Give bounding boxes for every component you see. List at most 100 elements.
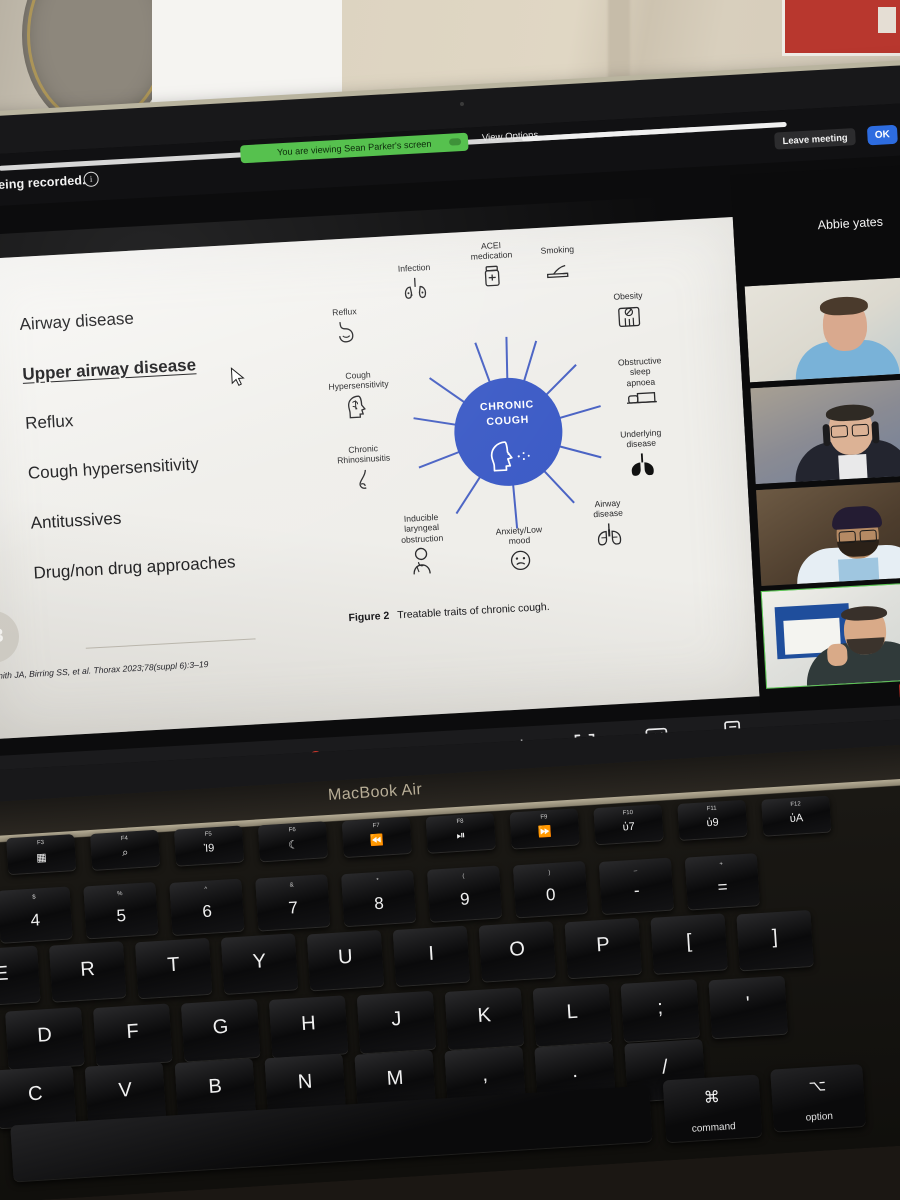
key-num-7[interactable]: & 7 <box>255 873 331 931</box>
key-f3[interactable]: F3 ▦ <box>6 834 77 875</box>
key-sub-label: & <box>289 882 294 889</box>
view-options-button[interactable]: View Options ⌄ <box>482 129 550 144</box>
keyboard-deck: F2☀F3▦F4⌕F5Ἱ9F6☾F7⏪F8⏯F9⏩F10ὐ7F11ὐ9F12ὐA… <box>0 773 900 1200</box>
key-e[interactable]: E <box>0 945 41 1007</box>
participant-gallery: Abbie yates <box>730 162 900 725</box>
key-num-9[interactable]: (9 <box>427 865 503 923</box>
key-bot-c[interactable]: C <box>0 1065 77 1129</box>
key-home-f[interactable]: F <box>92 1002 173 1066</box>
key-f5[interactable]: F5 Ἱ9 <box>173 825 245 866</box>
toolbar-whiteboards[interactable]: Whiteboards <box>611 725 703 763</box>
coughing-head-icon <box>490 441 530 472</box>
key-f10[interactable]: F10 ὐ7 <box>593 804 664 845</box>
toolbar-notes[interactable]: Notes <box>695 719 771 756</box>
key-num--[interactable]: _ - <box>598 857 674 914</box>
key-home-k[interactable]: K <box>444 987 525 1050</box>
key-f9[interactable]: F9 ⏩ <box>509 808 580 849</box>
key-label: D <box>36 1023 53 1047</box>
key-label: B <box>207 1074 223 1098</box>
key-sub-label: _ <box>633 865 638 872</box>
key-y[interactable]: Y <box>220 933 299 995</box>
key-num-8[interactable]: * 8 <box>341 869 417 927</box>
key-home-h[interactable]: H <box>268 995 349 1058</box>
key-option[interactable]: ⌥ option <box>770 1063 866 1132</box>
window-scrollbar-secondary[interactable] <box>521 121 787 142</box>
toolbar-notes-label: Notes <box>721 743 746 755</box>
shared-screen-slide: Airway disease Upper airway disease Refl… <box>0 217 760 740</box>
slide-citation: , Smith JA, Birring SS, et al. Thorax 20… <box>0 658 209 682</box>
diagram-node-obstructive-sleep-apnoea: Obstructive sleep apnoea <box>598 354 683 409</box>
key-home-g[interactable]: G <box>180 999 261 1062</box>
toolbar-share-screen[interactable]: Share Screen <box>334 747 410 770</box>
key-home-'[interactable]: ' <box>708 975 788 1039</box>
key-sub-label: F5 <box>204 831 213 839</box>
key-r[interactable]: R <box>49 941 127 1003</box>
info-icon[interactable]: i <box>83 171 100 188</box>
participant-tile-2[interactable] <box>750 377 900 485</box>
key-p[interactable]: P <box>564 917 642 979</box>
diagram-node-airway-disease: Airway disease <box>574 497 643 549</box>
leave-meeting-button[interactable]: Leave meeting <box>774 128 857 150</box>
key-f12[interactable]: F12 ὐA <box>761 795 832 836</box>
participant-tile-4-active[interactable] <box>760 579 900 689</box>
key-label: ὐ9 <box>706 816 720 830</box>
key-f8[interactable]: F8 ⏯ <box>425 812 496 853</box>
key-sub-label: F4 <box>120 835 129 843</box>
key-home-d[interactable]: D <box>5 1006 85 1070</box>
key-label: - <box>633 881 641 901</box>
toolbar-reactions[interactable]: Reactions <box>478 737 554 770</box>
key-label: 7 <box>287 897 299 918</box>
key-i[interactable]: I <box>392 925 471 987</box>
key-home-j[interactable]: J <box>356 991 437 1054</box>
figure-label: Figure 2 <box>348 609 390 625</box>
key-label: 6 <box>201 901 213 922</box>
key-command[interactable]: ⌘ command <box>662 1074 763 1143</box>
key-label: L <box>565 1000 579 1024</box>
key-num-5[interactable]: % 5 <box>83 882 159 939</box>
whiteboard-icon <box>611 725 702 750</box>
brain-head-icon <box>312 392 407 423</box>
key-label: P <box>595 933 611 957</box>
option-label: option <box>805 1110 834 1124</box>
pill-bottle-icon <box>453 262 532 290</box>
key-label: U <box>337 945 354 969</box>
screen-bezel: s being recorded. i You are viewing Sean… <box>0 62 900 935</box>
key-num-=[interactable]: + = <box>684 852 760 910</box>
key-num-6[interactable]: ^ 6 <box>169 878 245 935</box>
key-[[interactable]: [ <box>650 913 728 975</box>
chat-icon <box>264 755 339 770</box>
key-o[interactable]: O <box>478 921 556 983</box>
key-f7[interactable]: F7 ⏪ <box>341 816 412 858</box>
participant-tile-3[interactable] <box>756 479 900 586</box>
key-f11[interactable]: F11 ὐ9 <box>677 799 748 840</box>
bullet-upper-airway-disease: Upper airway disease <box>21 354 197 384</box>
figure-caption-text: Treatable traits of chronic cough. <box>396 600 550 622</box>
toolbar-participants[interactable]: 200 Participants ⌃ <box>172 760 248 770</box>
key-home-;[interactable]: ; <box>620 979 701 1043</box>
key-label: 0 <box>545 885 557 905</box>
key-num-0[interactable]: ) 0 <box>512 861 589 918</box>
key-f4[interactable]: F4 ⌕ <box>90 829 161 870</box>
chat-unread-badge: 4 <box>308 750 323 765</box>
bullet-airway-disease: Airway disease <box>19 308 135 334</box>
toolbar-chat[interactable]: 4 Chat ⌃ <box>264 750 340 770</box>
diagram-node-underlying-disease: Underlying disease <box>600 426 683 478</box>
key-label: ; <box>656 996 664 1019</box>
key-][interactable]: ] <box>736 909 814 971</box>
key-home-l[interactable]: L <box>532 983 613 1046</box>
ok-button[interactable]: OK <box>866 124 898 146</box>
toolbar-record[interactable]: Record <box>410 743 486 770</box>
key-sub-label: F3 <box>36 840 45 847</box>
participant-tile-1[interactable] <box>744 275 900 383</box>
viewing-screen-banner[interactable]: You are viewing Sean Parker's screen <box>239 132 469 164</box>
key-label: 9 <box>459 889 471 909</box>
key-bot-v[interactable]: V <box>84 1061 167 1125</box>
key-label: O <box>508 937 526 961</box>
key-t[interactable]: T <box>134 937 213 999</box>
key-u[interactable]: U <box>306 929 385 991</box>
laptop-lid: s being recorded. i You are viewing Sean… <box>0 62 900 935</box>
key-label: 5 <box>115 906 127 926</box>
key-f6[interactable]: F6 ☾ <box>257 821 328 862</box>
key-label: C <box>27 1082 44 1106</box>
key-num-4[interactable]: $4 <box>0 886 73 944</box>
